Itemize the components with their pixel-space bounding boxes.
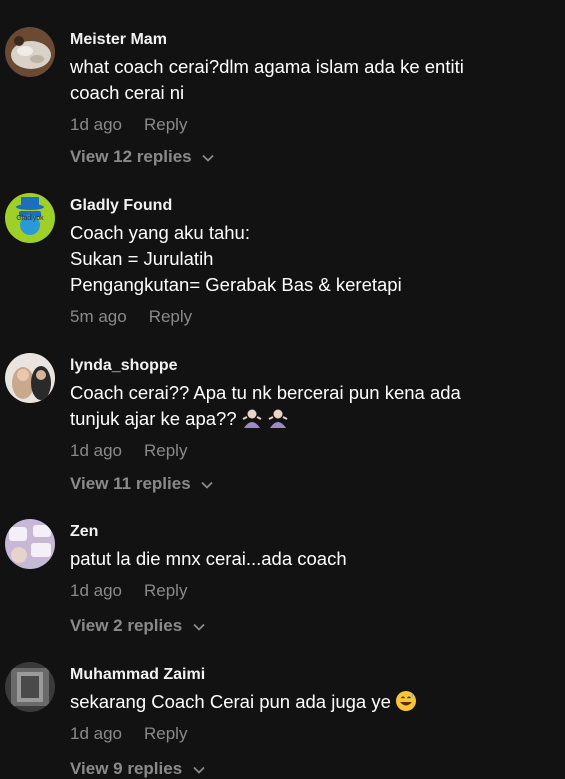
- username[interactable]: Muhammad Zaimi: [70, 666, 205, 684]
- view-replies-label: View 12 replies: [70, 147, 192, 166]
- view-replies-label: View 9 replies: [70, 759, 183, 778]
- view-replies-label: View 2 replies: [70, 616, 183, 635]
- comment-line: Pengangkutan= Gerabak Bas & keretapi: [70, 274, 402, 295]
- username[interactable]: Meister Mam: [70, 31, 167, 49]
- view-replies-button[interactable]: View 2 replies: [70, 616, 205, 636]
- reply-button[interactable]: Reply: [144, 115, 187, 134]
- avatar[interactable]: [5, 519, 55, 569]
- chevron-down-icon: [193, 623, 205, 631]
- chevron-down-icon: [193, 766, 205, 774]
- comment-line: Coach cerai?? Apa tu nk bercerai pun ken…: [70, 382, 461, 403]
- timestamp: 5m ago: [70, 307, 127, 326]
- username[interactable]: Gladly Found: [70, 197, 172, 215]
- comment-line: coach cerai ni: [70, 82, 185, 103]
- comment-meta: 1d ago Reply: [70, 581, 187, 601]
- view-replies-button[interactable]: View 9 replies: [70, 759, 205, 779]
- username[interactable]: Zen: [70, 523, 98, 541]
- comment-text: what coach cerai?dlm agama islam ada ke …: [70, 54, 540, 106]
- reply-button[interactable]: Reply: [144, 441, 187, 460]
- comment-line-text: tunjuk ajar ke apa??: [70, 408, 237, 429]
- reply-button[interactable]: Reply: [149, 307, 192, 326]
- comment-line: sekarang Coach Cerai pun ada juga ye: [70, 689, 540, 715]
- chevron-down-icon: [201, 481, 214, 489]
- avatar[interactable]: [5, 662, 55, 712]
- avatar[interactable]: [5, 27, 55, 77]
- avatar-text: Gladlyok: [16, 215, 44, 222]
- comment-line: what coach cerai?dlm agama islam ada ke …: [70, 56, 464, 77]
- comment-text: sekarang Coach Cerai pun ada juga ye: [70, 689, 540, 715]
- username[interactable]: lynda_shoppe: [70, 357, 178, 375]
- view-replies-button[interactable]: View 11 replies: [70, 474, 214, 494]
- timestamp: 1d ago: [70, 581, 122, 600]
- comment-text: patut la die mnx cerai...ada coach: [70, 546, 540, 572]
- comment-meta: 1d ago Reply: [70, 441, 187, 461]
- comment-meta: 5m ago Reply: [70, 307, 192, 327]
- view-replies-label: View 11 replies: [70, 474, 191, 493]
- timestamp: 1d ago: [70, 115, 122, 134]
- comment-line: Coach yang aku tahu:: [70, 222, 250, 243]
- comment-line-text: sekarang Coach Cerai pun ada juga ye: [70, 691, 391, 712]
- chevron-down-icon: [202, 154, 214, 162]
- person-shrugging-icon: [268, 409, 288, 428]
- timestamp: 1d ago: [70, 724, 122, 743]
- reply-button[interactable]: Reply: [144, 581, 187, 600]
- comment-line: tunjuk ajar ke apa??: [70, 406, 540, 432]
- comment-meta: 1d ago Reply: [70, 115, 187, 135]
- comment-text: Coach yang aku tahu: Sukan = Jurulatih P…: [70, 220, 540, 298]
- comment-line: Sukan = Jurulatih: [70, 248, 214, 269]
- comment-text: Coach cerai?? Apa tu nk bercerai pun ken…: [70, 380, 540, 432]
- reply-button[interactable]: Reply: [144, 724, 187, 743]
- grinning-sweat-icon: [395, 691, 416, 711]
- person-shrugging-icon: [242, 409, 262, 428]
- view-replies-button[interactable]: View 12 replies: [70, 147, 214, 167]
- comment-meta: 1d ago Reply: [70, 724, 187, 744]
- avatar[interactable]: [5, 353, 55, 403]
- avatar[interactable]: Gladlyok: [5, 193, 55, 243]
- comment-line: patut la die mnx cerai...ada coach: [70, 548, 347, 569]
- timestamp: 1d ago: [70, 441, 122, 460]
